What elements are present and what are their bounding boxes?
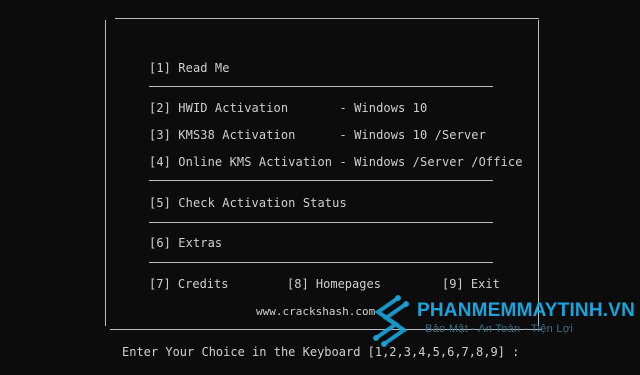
watermark-title: PHANMEMMAYTINH.VN bbox=[417, 300, 636, 321]
separator bbox=[149, 262, 493, 263]
separator bbox=[149, 180, 493, 181]
frame-top-border bbox=[115, 18, 539, 19]
menu-option-online-kms-activation[interactable]: [4] Online KMS Activation - Windows /Ser… bbox=[149, 155, 523, 169]
menu-option-exit[interactable]: [9] Exit bbox=[442, 277, 500, 291]
choice-prompt[interactable]: Enter Your Choice in the Keyboard [1,2,3… bbox=[122, 345, 519, 359]
watermark-subtitle: Bảo Mật - An Toàn - Tiện Lợi bbox=[425, 323, 574, 335]
frame-left-border bbox=[105, 20, 106, 326]
menu-option-kms38-activation[interactable]: [3] KMS38 Activation - Windows 10 /Serve… bbox=[149, 128, 486, 142]
watermark-logo-icon bbox=[373, 295, 409, 347]
menu-option-credits[interactable]: [7] Credits bbox=[149, 277, 228, 291]
menu-option-hwid-activation[interactable]: [2] HWID Activation - Windows 10 bbox=[149, 101, 427, 115]
menu-option-read-me[interactable]: [1] Read Me bbox=[149, 61, 230, 75]
frame-right-border bbox=[538, 20, 539, 326]
menu-option-check-activation-status[interactable]: [5] Check Activation Status bbox=[149, 196, 347, 210]
menu-option-extras[interactable]: [6] Extras bbox=[149, 236, 222, 250]
console-window: [1] Read Me [2] HWID Activation - Window… bbox=[0, 0, 640, 375]
menu-option-homepages[interactable]: [8] Homepages bbox=[287, 277, 381, 291]
separator bbox=[149, 86, 493, 87]
separator bbox=[149, 222, 493, 223]
